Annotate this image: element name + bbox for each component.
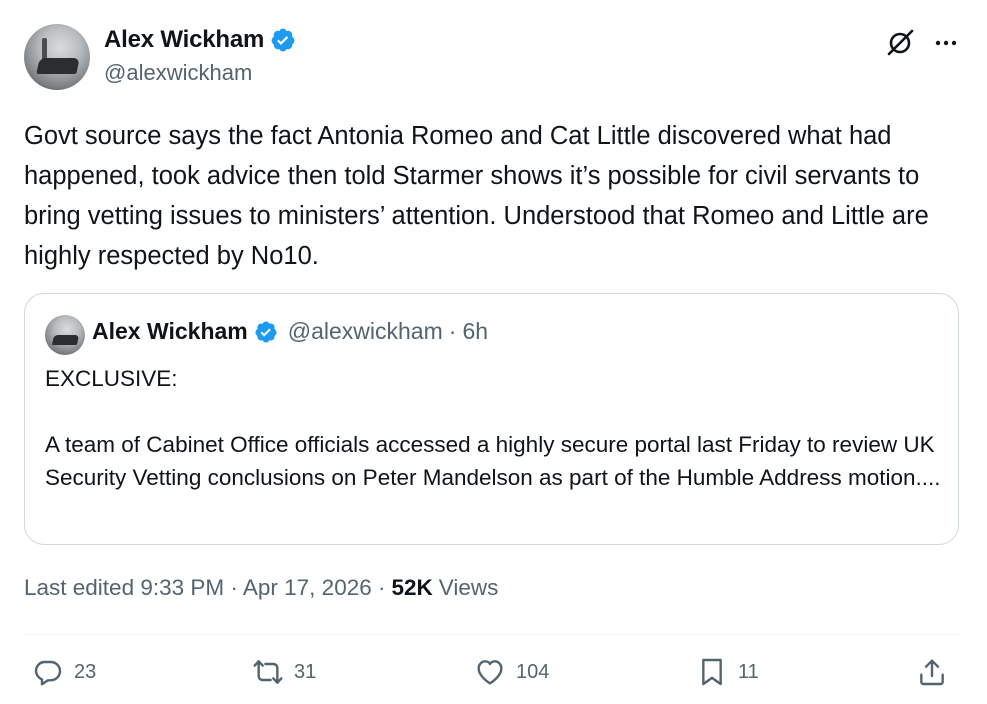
author-avatar[interactable] bbox=[24, 24, 90, 90]
tweet-text: Govt source says the fact Antonia Romeo … bbox=[24, 122, 929, 270]
grok-icon[interactable] bbox=[885, 28, 915, 58]
reply-icon bbox=[34, 660, 62, 686]
quoted-avatar[interactable] bbox=[45, 315, 85, 355]
author-name[interactable]: Alex Wickham bbox=[104, 26, 264, 54]
verified-badge-icon bbox=[271, 28, 295, 52]
edited-timestamp[interactable]: Last edited 9:33 PM · Apr 17, 2026 · bbox=[24, 575, 385, 601]
divider bbox=[24, 634, 959, 635]
quoted-header: Alex Wickham @alexwickham · 6h bbox=[92, 318, 488, 345]
bookmark-button[interactable]: 11 bbox=[696, 656, 759, 688]
views-label: Views bbox=[438, 575, 499, 600]
verified-badge-icon bbox=[255, 321, 277, 342]
repost-icon bbox=[253, 660, 283, 684]
quoted-tweet[interactable]: Alex Wickham @alexwickham · 6h EXCLUSIVE… bbox=[24, 293, 959, 545]
author-handle[interactable]: @alexwickham bbox=[104, 60, 252, 86]
author-info[interactable]: Alex Wickham bbox=[104, 26, 296, 54]
repost-button[interactable]: 31 bbox=[252, 656, 316, 688]
action-bar: 23 31 104 11 bbox=[32, 656, 952, 696]
views-count: 52K bbox=[391, 575, 433, 600]
repost-count: 31 bbox=[294, 660, 317, 683]
more-icon[interactable] bbox=[933, 30, 959, 56]
like-icon bbox=[477, 660, 503, 685]
quoted-separator: · bbox=[448, 318, 457, 344]
quoted-time[interactable]: 6h bbox=[462, 318, 488, 345]
quoted-text: EXCLUSIVE: A team of Cabinet Office offi… bbox=[45, 366, 941, 490]
quoted-handle[interactable]: @alexwickham bbox=[288, 318, 443, 345]
bookmark-count: 11 bbox=[738, 660, 759, 683]
top-actions bbox=[885, 28, 959, 58]
reply-count: 23 bbox=[74, 660, 97, 683]
reply-button[interactable]: 23 bbox=[32, 656, 96, 688]
tweet-meta: Last edited 9:33 PM · Apr 17, 2026 · 52K… bbox=[24, 575, 498, 601]
quoted-author-name[interactable]: Alex Wickham bbox=[92, 318, 248, 345]
bookmark-icon bbox=[702, 658, 722, 686]
share-button[interactable] bbox=[916, 656, 948, 688]
like-count: 104 bbox=[516, 660, 550, 683]
like-button[interactable]: 104 bbox=[474, 656, 549, 688]
share-icon bbox=[920, 659, 944, 686]
